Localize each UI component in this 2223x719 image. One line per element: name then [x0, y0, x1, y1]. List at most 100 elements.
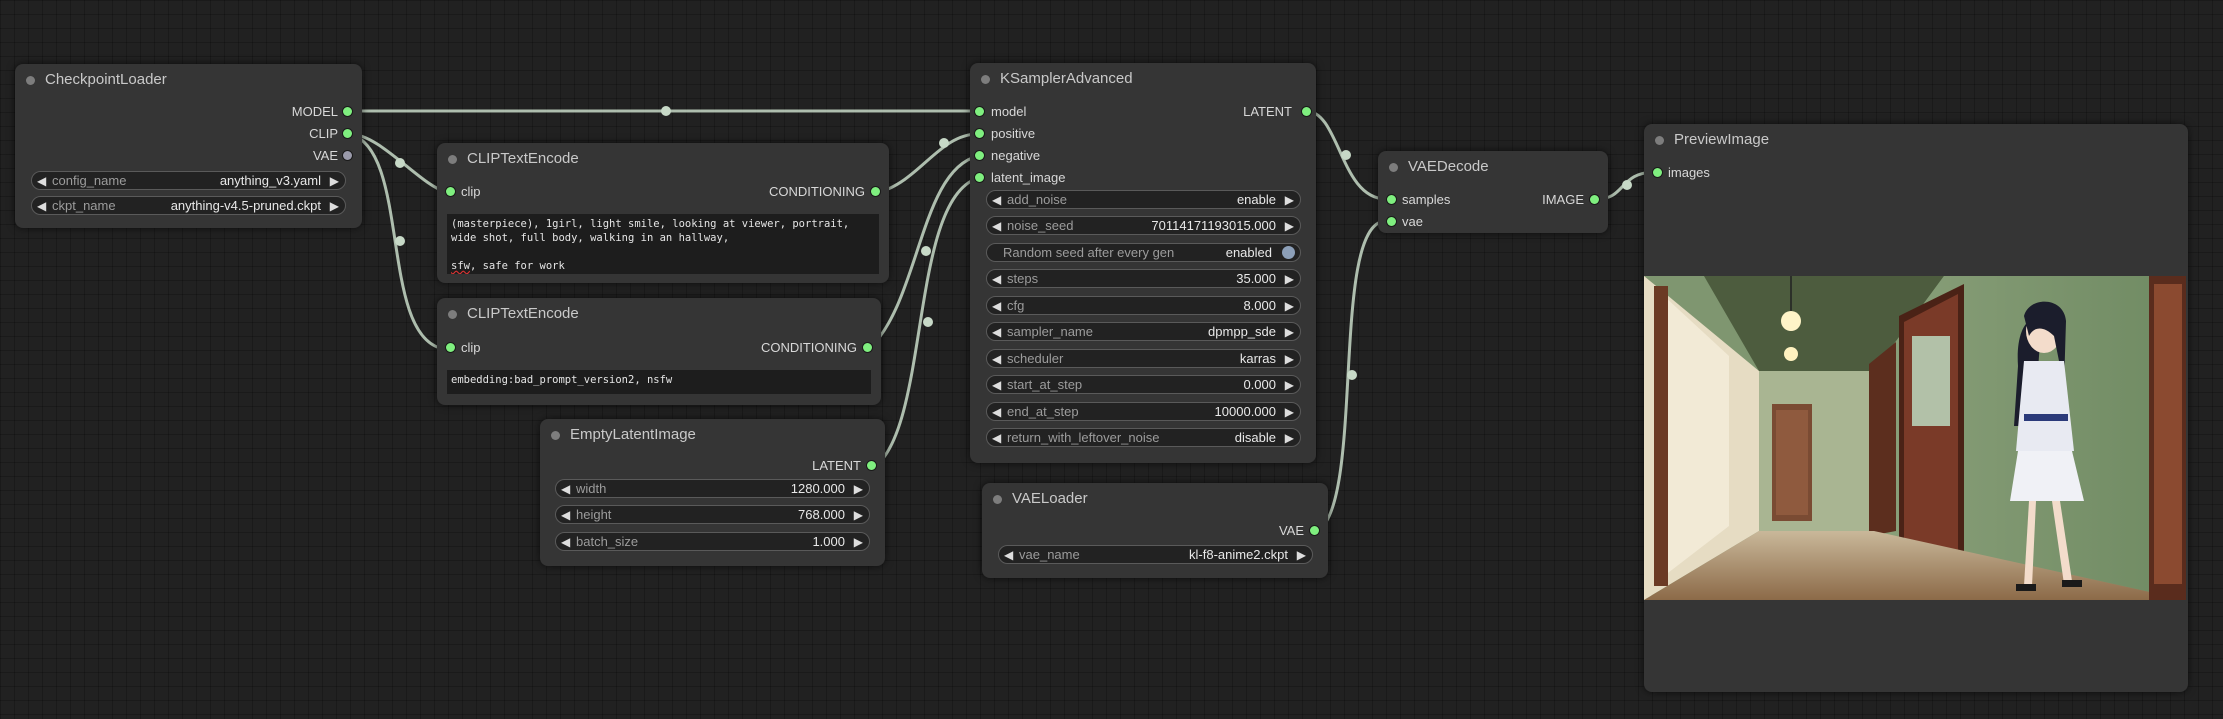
triangle-left-icon[interactable]: ◀: [992, 219, 1001, 233]
triangle-left-icon[interactable]: ◀: [992, 193, 1001, 207]
triangle-right-icon[interactable]: ▶: [854, 535, 863, 549]
widget-vae-name[interactable]: ◀ vae_name kl-f8-anime2.ckpt ▶: [998, 545, 1313, 564]
collapse-dot-icon[interactable]: [448, 155, 457, 164]
node-preview-image[interactable]: PreviewImage images: [1644, 124, 2188, 692]
widget-end-at-step[interactable]: ◀ end_at_step 10000.000 ▶: [986, 402, 1301, 421]
output-socket-image[interactable]: [1590, 195, 1599, 204]
triangle-left-icon[interactable]: ◀: [37, 174, 46, 188]
input-socket-images[interactable]: [1653, 168, 1662, 177]
node-vae-loader[interactable]: VAELoader VAE ◀ vae_name kl-f8-anime2.ck…: [982, 483, 1328, 578]
triangle-right-icon[interactable]: ▶: [1285, 272, 1294, 286]
collapse-dot-icon[interactable]: [448, 310, 457, 319]
triangle-left-icon[interactable]: ◀: [561, 482, 570, 496]
triangle-right-icon[interactable]: ▶: [1285, 431, 1294, 445]
input-socket-vae[interactable]: [1387, 217, 1396, 226]
triangle-right-icon[interactable]: ▶: [1285, 219, 1294, 233]
input-socket-clip[interactable]: [446, 187, 455, 196]
widget-start-at-step[interactable]: ◀ start_at_step 0.000 ▶: [986, 375, 1301, 394]
triangle-left-icon[interactable]: ◀: [992, 431, 1001, 445]
triangle-right-icon[interactable]: ▶: [1285, 299, 1294, 313]
widget-sampler-name[interactable]: ◀ sampler_name dpmpp_sde ▶: [986, 322, 1301, 341]
collapse-dot-icon[interactable]: [551, 431, 560, 440]
widget-height[interactable]: ◀ height 768.000 ▶: [555, 505, 870, 524]
output-conditioning: CONDITIONING: [768, 184, 865, 199]
widget-scheduler[interactable]: ◀ scheduler karras ▶: [986, 349, 1301, 368]
triangle-left-icon[interactable]: ◀: [1004, 548, 1013, 562]
triangle-left-icon[interactable]: ◀: [992, 299, 1001, 313]
collapse-dot-icon[interactable]: [993, 495, 1002, 504]
triangle-left-icon[interactable]: ◀: [37, 199, 46, 213]
triangle-right-icon[interactable]: ▶: [1285, 378, 1294, 392]
link-clip-pos: [349, 132, 447, 194]
preview-image-picture[interactable]: [1644, 276, 2186, 600]
prompt-textarea[interactable]: (masterpiece), 1girl, light smile, looki…: [447, 214, 879, 274]
triangle-right-icon[interactable]: ▶: [1285, 325, 1294, 339]
input-socket-samples[interactable]: [1387, 195, 1396, 204]
input-samples: samples: [1402, 192, 1451, 207]
triangle-right-icon[interactable]: ▶: [330, 199, 339, 213]
triangle-left-icon[interactable]: ◀: [992, 352, 1001, 366]
node-title[interactable]: PreviewImage: [1644, 124, 2188, 156]
triangle-right-icon[interactable]: ▶: [330, 174, 339, 188]
widget-steps[interactable]: ◀ steps 35.000 ▶: [986, 269, 1301, 288]
collapse-dot-icon[interactable]: [1655, 136, 1664, 145]
output-socket-conditioning[interactable]: [871, 187, 880, 196]
node-title[interactable]: CLIPTextEncode: [437, 298, 881, 330]
triangle-left-icon[interactable]: ◀: [561, 535, 570, 549]
node-clip-text-encode-negative[interactable]: CLIPTextEncode clip CONDITIONING embeddi…: [437, 298, 881, 405]
triangle-right-icon[interactable]: ▶: [854, 508, 863, 522]
triangle-right-icon[interactable]: ▶: [1285, 352, 1294, 366]
node-clip-text-encode-positive[interactable]: CLIPTextEncode clip CONDITIONING (master…: [437, 143, 889, 283]
input-socket-latent-image[interactable]: [975, 173, 984, 182]
triangle-left-icon[interactable]: ◀: [992, 272, 1001, 286]
triangle-right-icon[interactable]: ▶: [1285, 405, 1294, 419]
input-socket-negative[interactable]: [975, 151, 984, 160]
input-negative: negative: [991, 148, 1041, 163]
output-socket-latent[interactable]: [867, 461, 876, 470]
output-model: MODEL: [291, 104, 338, 119]
triangle-left-icon[interactable]: ◀: [992, 378, 1001, 392]
widget-config-name[interactable]: ◀ config_name anything_v3.yaml ▶: [31, 171, 346, 190]
prompt-textarea[interactable]: embedding:bad_prompt_version2, nsfw: [447, 370, 871, 394]
toggle-knob-icon[interactable]: [1282, 246, 1295, 259]
output-socket-model[interactable]: [343, 107, 352, 116]
node-title[interactable]: VAELoader: [982, 483, 1328, 515]
node-title[interactable]: EmptyLatentImage: [540, 419, 885, 451]
collapse-dot-icon[interactable]: [981, 75, 990, 84]
input-socket-positive[interactable]: [975, 129, 984, 138]
node-empty-latent-image[interactable]: EmptyLatentImage LATENT ◀ width 1280.000…: [540, 419, 885, 566]
node-title[interactable]: CheckpointLoader: [15, 64, 362, 96]
collapse-dot-icon[interactable]: [26, 76, 35, 85]
output-socket-clip[interactable]: [343, 129, 352, 138]
reroute-dot: [921, 246, 931, 256]
reroute-dot: [395, 158, 405, 168]
triangle-left-icon[interactable]: ◀: [561, 508, 570, 522]
widget-batch-size[interactable]: ◀ batch_size 1.000 ▶: [555, 532, 870, 551]
triangle-right-icon[interactable]: ▶: [854, 482, 863, 496]
node-checkpoint-loader[interactable]: CheckpointLoader MODEL CLIP VAE ◀ config…: [15, 64, 362, 228]
node-ksampler-advanced[interactable]: KSamplerAdvanced model positive negative…: [970, 63, 1316, 463]
output-latent: LATENT: [812, 458, 861, 473]
collapse-dot-icon[interactable]: [1389, 163, 1398, 172]
node-title[interactable]: VAEDecode: [1378, 151, 1608, 183]
output-socket-vae[interactable]: [343, 151, 352, 160]
widget-ckpt-name[interactable]: ◀ ckpt_name anything-v4.5-pruned.ckpt ▶: [31, 196, 346, 215]
triangle-left-icon[interactable]: ◀: [992, 325, 1001, 339]
input-socket-model[interactable]: [975, 107, 984, 116]
toggle-random-seed[interactable]: Random seed after every gen enabled: [986, 243, 1301, 262]
triangle-left-icon[interactable]: ◀: [992, 405, 1001, 419]
widget-return-with-leftover-noise[interactable]: ◀ return_with_leftover_noise disable ▶: [986, 428, 1301, 447]
node-vae-decode[interactable]: VAEDecode samples vae IMAGE: [1378, 151, 1608, 233]
triangle-right-icon[interactable]: ▶: [1285, 193, 1294, 207]
output-socket-latent[interactable]: [1302, 107, 1311, 116]
node-title[interactable]: KSamplerAdvanced: [970, 63, 1316, 95]
widget-cfg[interactable]: ◀ cfg 8.000 ▶: [986, 296, 1301, 315]
triangle-right-icon[interactable]: ▶: [1297, 548, 1306, 562]
node-title[interactable]: CLIPTextEncode: [437, 143, 889, 175]
widget-add-noise[interactable]: ◀ add_noise enable ▶: [986, 190, 1301, 209]
widget-width[interactable]: ◀ width 1280.000 ▶: [555, 479, 870, 498]
output-socket-vae[interactable]: [1310, 526, 1319, 535]
output-socket-conditioning[interactable]: [863, 343, 872, 352]
widget-noise-seed[interactable]: ◀ noise_seed 70114171193015.000 ▶: [986, 216, 1301, 235]
input-socket-clip[interactable]: [446, 343, 455, 352]
